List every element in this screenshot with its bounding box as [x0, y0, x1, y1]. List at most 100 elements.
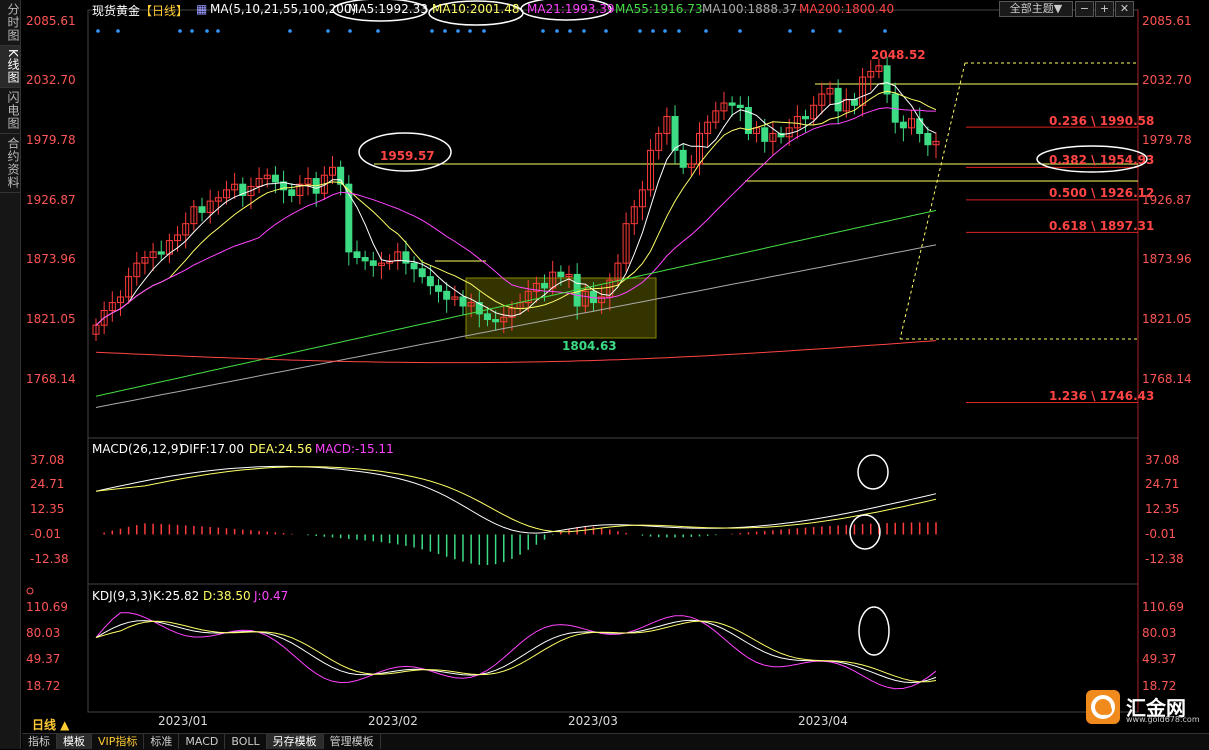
- marker-dot: [178, 29, 182, 33]
- logo-mark-icon: [1086, 690, 1120, 724]
- sidebar-item-flash[interactable]: 闪电图: [0, 88, 20, 134]
- price-panel-frame: [87, 9, 1139, 439]
- candle-body: [736, 104, 744, 109]
- plus-icon[interactable]: +: [1095, 1, 1114, 17]
- candle-body: [761, 127, 769, 142]
- marker-dot: [704, 29, 708, 33]
- x-axis-label: 2023/04: [798, 714, 848, 728]
- feb-peak-annotation: 1959.57: [380, 149, 435, 163]
- fib-level-label: 0.236 \ 1990.58: [1049, 114, 1155, 128]
- minus-icon[interactable]: −: [1075, 1, 1094, 17]
- kdj-panel-frame: [87, 583, 1139, 713]
- ma55-value: MA55:1916.73: [615, 2, 703, 16]
- price-axis-label: 2032.70: [1142, 73, 1192, 87]
- fib-level-label: 0.500 \ 1926.12: [1049, 186, 1155, 200]
- ma-label: MA(5,10,21,55,100,200): [210, 2, 357, 16]
- candle-body: [557, 271, 565, 278]
- kdj-axis-left-label: 18.72: [26, 679, 61, 693]
- macd-axis-left-label: 12.35: [30, 502, 65, 516]
- macd-axis-label: 12.35: [1145, 502, 1180, 516]
- candle-body: [157, 251, 165, 255]
- kdj-axis-left-label: 49.37: [26, 652, 61, 666]
- candle-body: [728, 102, 736, 106]
- kdj-settings-icon: [26, 587, 34, 595]
- projection-diagonal: [899, 62, 966, 340]
- marker-dot: [443, 29, 447, 33]
- marker-dot: [348, 29, 352, 33]
- macd-axis-left-label: -12.38: [30, 552, 69, 566]
- kdj-axis-left-label: 80.03: [26, 626, 61, 640]
- x-axis-label: 2023/03: [568, 714, 618, 728]
- sidebar-item-kline[interactable]: K线图: [0, 46, 20, 88]
- candle-body: [353, 251, 361, 258]
- x-axis-label: 2023/01: [158, 714, 208, 728]
- candle-body: [198, 206, 206, 213]
- tab-template[interactable]: 模板: [57, 734, 92, 749]
- candle-body: [443, 290, 451, 300]
- sidebar-item-timeshare[interactable]: 分时图: [0, 0, 20, 46]
- price-axis-label: 1873.96: [1142, 252, 1192, 266]
- tab-standard[interactable]: 标准: [144, 734, 180, 749]
- chart-canvas[interactable]: [0, 0, 1209, 749]
- fib-level-label: 0.382 \ 1954.93: [1049, 153, 1155, 167]
- macd-axis-left-label: 24.71: [30, 477, 65, 491]
- candle-body: [418, 268, 426, 278]
- ma21-value: MA21:1993.39: [527, 2, 615, 16]
- tab-manage-template[interactable]: 管理模板: [324, 734, 381, 749]
- ma100-line: [95, 244, 937, 408]
- marker-dot: [482, 29, 486, 33]
- macd-value: MACD:-15.11: [315, 442, 394, 456]
- kdj-axis-left-label: 110.69: [26, 600, 68, 614]
- low-annotation: 1804.63: [562, 339, 617, 353]
- marker-dot: [788, 29, 792, 33]
- macd-axis-label: 37.08: [1145, 453, 1180, 467]
- macd-label: MACD(26,12,9): [92, 442, 184, 456]
- candle-body: [850, 99, 858, 106]
- candle-body: [410, 262, 418, 270]
- candle-body: [483, 313, 491, 321]
- tab-save-template[interactable]: 另存模板: [266, 734, 324, 749]
- ma200-value: MA200:1800.40: [799, 2, 895, 16]
- marker-dot: [430, 29, 434, 33]
- marker-dot: [582, 29, 586, 33]
- marker-dot: [883, 29, 887, 33]
- ma10-value: MA10:2001.48: [432, 2, 520, 16]
- highlight-ellipse: [858, 606, 890, 656]
- period-tag: 【日线】: [140, 4, 189, 18]
- price-axis-label: 1821.05: [1142, 312, 1192, 326]
- marker-dot: [604, 29, 608, 33]
- marker-dot: [651, 29, 655, 33]
- price-axis-left-label: 1979.78: [26, 133, 76, 147]
- tab-vip-indicators[interactable]: VIP指标: [92, 734, 145, 749]
- x-axis-label: 2023/02: [368, 714, 418, 728]
- highlight-ellipse: [857, 454, 889, 490]
- marker-dot: [288, 29, 292, 33]
- candle-body: [679, 149, 687, 168]
- kdj-j-line: [95, 612, 937, 690]
- macd-axis-left-label: -0.01: [30, 527, 62, 541]
- sidebar-item-contract-info[interactable]: 合约资料: [0, 134, 20, 193]
- topic-dropdown[interactable]: 全部主题▼: [999, 1, 1073, 17]
- tab-macd[interactable]: MACD: [179, 734, 226, 749]
- close-icon[interactable]: ✕: [1115, 1, 1134, 17]
- period-selector[interactable]: 日线 ▲: [32, 716, 69, 733]
- marker-dot: [205, 29, 209, 33]
- marker-dot: [326, 29, 330, 33]
- macd-panel-frame: [87, 437, 1139, 585]
- kdj-j: J:0.47: [254, 589, 289, 603]
- marker-dot: [663, 29, 667, 33]
- marker-dot: [456, 29, 460, 33]
- tab-indicators[interactable]: 指标: [22, 734, 57, 749]
- price-axis-left-label: 1768.14: [26, 372, 76, 386]
- price-axis-left-label: 1926.87: [26, 193, 76, 207]
- ma-indicator-icon[interactable]: ▦: [196, 2, 207, 16]
- marker-dot: [638, 29, 642, 33]
- candle-body: [899, 121, 907, 129]
- gold678-logo: 汇金网 www.gold678.com: [1086, 690, 1200, 726]
- bottom-toolbar: 指标 模板 VIP指标 标准 MACD BOLL 另存模板 管理模板: [22, 733, 1209, 750]
- tab-boll[interactable]: BOLL: [225, 734, 267, 749]
- marker-dot: [216, 29, 220, 33]
- marker-dot: [96, 29, 100, 33]
- candle-body: [337, 166, 345, 185]
- macd-axis-left-label: 37.08: [30, 453, 65, 467]
